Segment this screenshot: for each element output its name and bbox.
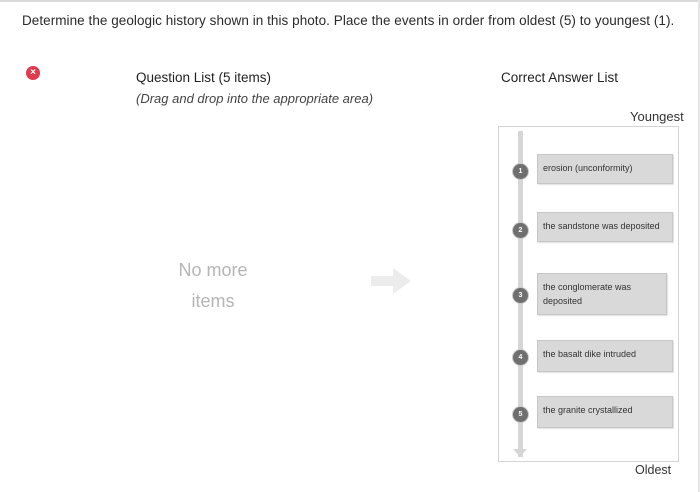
question-list-title: Question List (5 items) (136, 70, 272, 85)
top-divider (0, 0, 700, 2)
answer-item-1[interactable]: erosion (unconformity) (537, 154, 673, 184)
slot-number-1: 1 (513, 164, 528, 179)
order-track-arrow (513, 449, 527, 457)
answer-list-title: Correct Answer List (501, 70, 619, 85)
empty-text-line-1: No more (178, 260, 248, 280)
answer-drop-area[interactable]: 1 erosion (unconformity) 2 the sandstone… (498, 126, 679, 462)
oldest-label: Oldest (635, 463, 672, 477)
slot-number-4: 4 (513, 350, 528, 365)
empty-text-line-2: items (191, 291, 235, 311)
slot-number-5: 5 (513, 407, 528, 422)
empty-question-list: No more items (160, 255, 266, 317)
incorrect-icon: × (26, 66, 40, 80)
question-prompt: Determine the geologic history shown in … (22, 13, 675, 28)
answer-item-3[interactable]: the conglomerate was deposited (537, 273, 667, 315)
answer-item-2[interactable]: the sandstone was deposited (537, 212, 673, 242)
question-frame: Determine the geologic history shown in … (0, 0, 700, 492)
slot-number-3: 3 (513, 288, 528, 303)
arrow-right-icon (371, 268, 411, 294)
youngest-label: Youngest (630, 109, 684, 124)
answer-item-4[interactable]: the basalt dike intruded (537, 340, 673, 372)
question-list-instruction: (Drag and drop into the appropriate area… (136, 91, 374, 106)
answer-item-5[interactable]: the granite crystallized (537, 396, 673, 428)
slot-number-2: 2 (513, 223, 528, 238)
